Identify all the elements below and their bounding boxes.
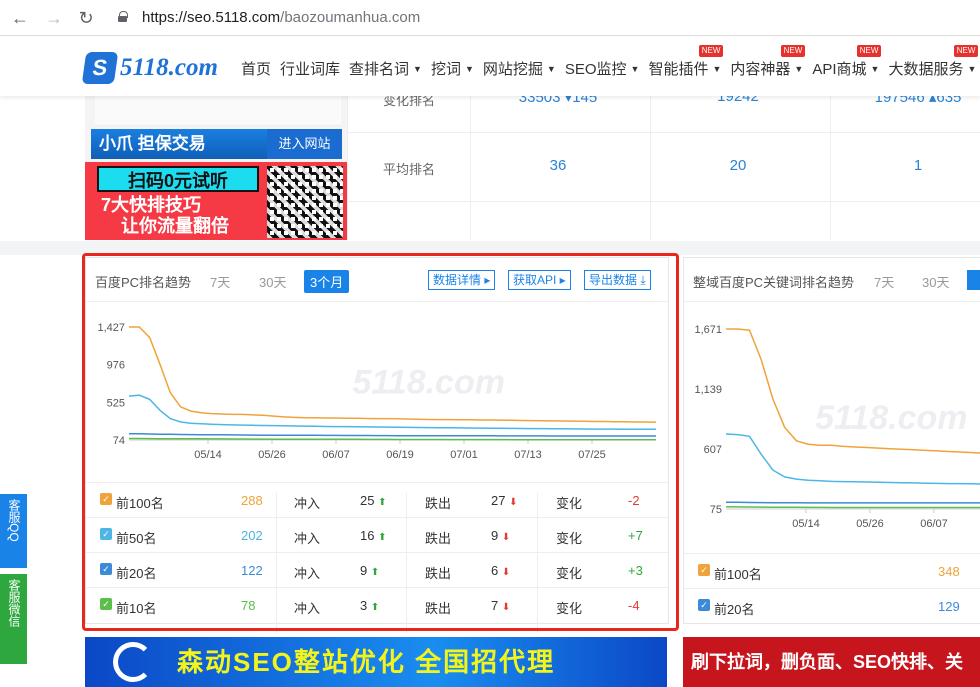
ad-banner-dropdown-words[interactable]: 刷下拉词，删负面、SEO快排、关 [683,637,980,687]
ad-course-line1: 7大快排技巧 [101,195,202,215]
qr-code-icon [267,166,343,238]
row-value[interactable]: 36 [508,157,608,174]
domain-keyword-trend-chart: 5118.com 1,671 1,139 607 75 05/14 05/26 06/07 [694,324,980,530]
caret-down-icon: ▼ [967,64,977,74]
panel2-tab-3-months[interactable] [967,270,980,290]
row-label: 平均排名 [382,162,435,177]
ad-course-text: 7大快排技巧 让你流量翻倍 [101,195,229,237]
ad-banner-xiaozhua[interactable]: 小爪 担保交易 [91,129,267,159]
logo-mark-icon: S [81,52,119,84]
side-tab-label: 客服微信 [7,579,21,627]
checkbox-top20[interactable]: ✓ [698,599,710,611]
highlight-frame [82,253,679,631]
table-row [348,201,980,240]
nav-item-5[interactable]: SEO监控 ▼ [565,58,640,79]
caret-down-icon: ▼ [794,64,804,74]
series-line-前20名 [725,501,980,504]
panel2-tab-30-days[interactable]: 30天 [922,272,949,291]
table-row: 平均排名 36 20 1 [348,132,980,201]
url-host: seo.5118.com [187,9,281,26]
ad-course-line2: 让你流量翻倍 [121,216,229,236]
nav-item-label: 智能插件 [648,61,709,78]
x-tick-label: 05/14 [792,518,820,530]
series-line-前10名 [725,505,980,509]
lock-icon [118,11,128,22]
browser-toolbar: ← → ↻ https://seo.5118.com/baozoumanhua.… [0,0,980,36]
ad-thumbnails [95,96,341,126]
ad-course-title: 扫码0元试听 [97,166,259,192]
new-badge: NEW [856,45,882,57]
nav-item-0[interactable]: 首页 [241,58,271,79]
stat-count: 348 [938,564,960,579]
table-row: ✓ 前100名 348 [684,553,980,588]
nav-item-4[interactable]: 网站挖掘 ▼ [483,58,556,79]
side-tab-label: 客服QQ [7,499,21,542]
new-badge: NEW [953,45,979,57]
caret-down-icon: ▼ [546,64,556,74]
stat-name: 前20名 [714,602,755,617]
reload-icon[interactable]: ↻ [76,8,96,28]
url-path: /baozoumanhua.com [280,9,421,26]
table-row: ✓ 前20名 129 [684,588,980,623]
site-logo[interactable]: S 5118.com [81,52,218,84]
new-badge: NEW [698,45,724,57]
nav-item-label: 挖词 [430,61,461,78]
customer-service-qq[interactable]: 客服QQ [0,494,27,568]
nav-item-label: 网站挖掘 [482,61,543,78]
nav-item-3[interactable]: 挖词 ▼ [431,58,474,79]
nav-item-9[interactable]: 大数据服务 ▼ NEW [888,45,979,79]
series-line-前50名 [725,433,980,485]
new-badge: NEW [780,45,806,57]
row-value[interactable]: 1 [868,157,968,174]
nav-item-label: 查排名词 [349,61,410,78]
watermark: 5118.com [815,399,967,437]
caret-down-icon: ▼ [630,64,640,74]
ad-text: 森动SEO整站优化 全国招代理 [177,647,556,677]
caret-down-icon: ▼ [413,64,422,74]
ad-logo-icon [113,642,153,682]
customer-service-wechat[interactable]: 客服微信 [0,574,27,664]
caret-down-icon: ▼ [870,64,880,74]
enter-site-button[interactable]: 进入网站 [267,129,342,159]
ad-banner-course[interactable]: 扫码0元试听 7大快排技巧 让你流量翻倍 [85,162,347,240]
left-ad-column: 小爪 担保交易 进入网站 扫码0元试听 7大快排技巧 让你流量翻倍 [85,96,347,240]
stat-name: 前100名 [714,567,762,582]
nav-item-2[interactable]: 查排名词 ▼ [349,58,422,79]
nav-item-label: 首页 [241,61,272,78]
y-tick-label: 1,671 [694,324,722,336]
caret-down-icon: ▼ [712,64,722,74]
main-menu: 首页 行业词库 查排名词 ▼ 挖词 ▼ 网站挖掘 ▼ SEO监控 ▼ 智能插件 ▼ NEW 内容神器 ▼ NE… [241,45,980,79]
checkbox-top100[interactable]: ✓ [698,564,710,576]
rank-summary-table: 变化排名 33503 ▾145 19242 197546 ▴635 平均排名 3… [347,88,980,240]
x-tick-label: 05/26 [856,518,884,530]
y-tick-label: 1,139 [694,384,722,396]
y-tick-label: 607 [704,444,722,456]
address-bar[interactable]: https://seo.5118.com/baozoumanhua.com [142,9,420,26]
caret-down-icon: ▼ [464,64,474,74]
nav-item-label: 大数据服务 [888,61,964,78]
domain-keyword-trend-panel: 整域百度PC关键词排名趋势 7天 30天 5118.com 1,671 1,139 6… [683,257,980,624]
back-icon[interactable]: ← [10,8,30,28]
nav-item-label: API商城 [812,61,867,78]
stat-count: 129 [938,599,960,614]
panel2-title: 整域百度PC关键词排名趋势 [693,275,855,290]
x-tick-label: 06/07 [920,518,948,530]
nav-item-6[interactable]: 智能插件 ▼ NEW [648,45,724,79]
nav-item-label: 内容神器 [730,61,791,78]
panel2-tab-7-days[interactable]: 7天 [874,272,894,291]
logo-text: 5118.com [120,54,218,81]
nav-item-8[interactable]: API商城 ▼ NEW [812,45,882,79]
site-header: S 5118.com 首页 行业词库 查排名词 ▼ 挖词 ▼ 网站挖掘 ▼ SEO监控 ▼ 智能插件… [0,36,980,96]
row-value[interactable]: 20 [688,157,788,174]
y-tick-label: 75 [710,504,722,516]
nav-item-label: SEO监控 [564,61,627,78]
forward-icon[interactable]: → [44,8,64,28]
nav-item-label: 行业词库 [280,61,341,78]
nav-item-1[interactable]: 行业词库 [280,58,340,79]
nav-item-7[interactable]: 内容神器 ▼ NEW [730,45,806,79]
ad-banner-sendong[interactable]: 森动SEO整站优化 全国招代理 [85,637,667,687]
